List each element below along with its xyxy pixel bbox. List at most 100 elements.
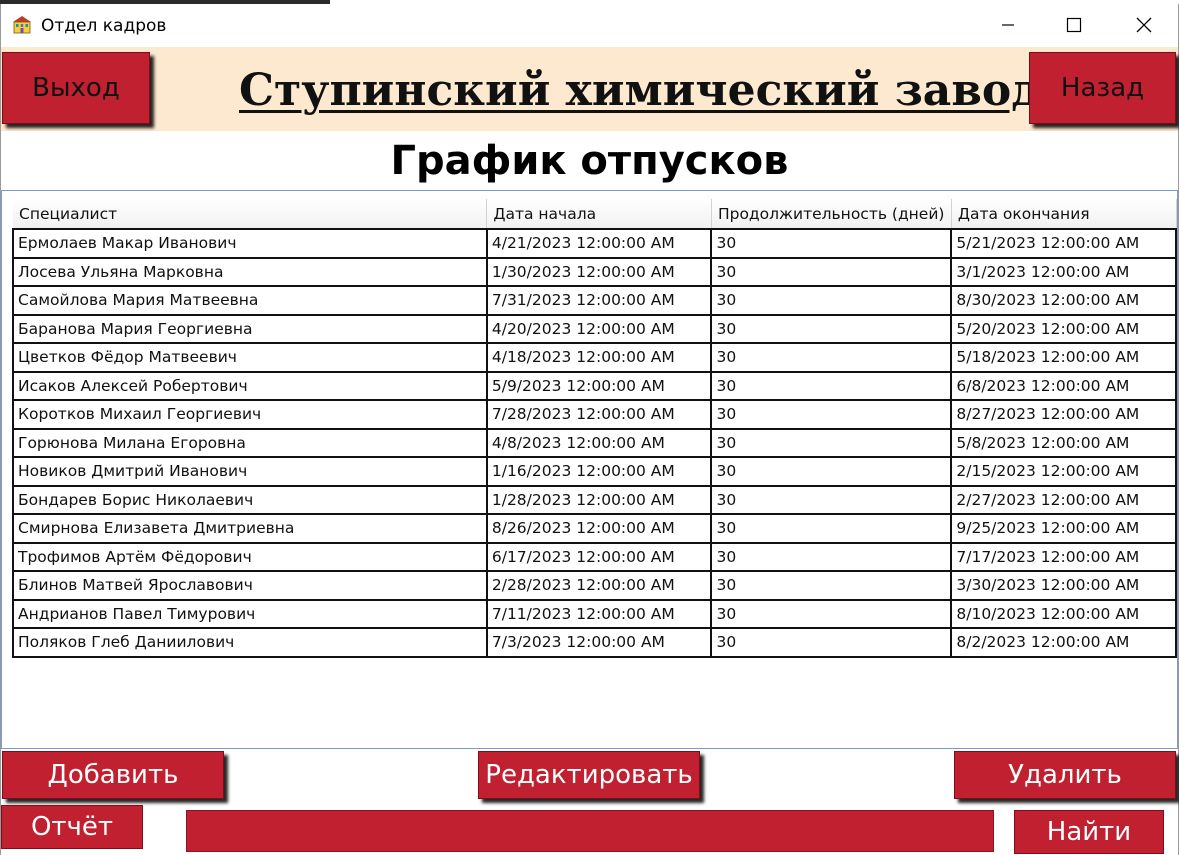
cell-specialist[interactable]: Блинов Матвей Ярославович <box>12 570 488 601</box>
cell-start-date[interactable]: 4/20/2023 12:00:00 AM <box>485 313 713 344</box>
cell-specialist[interactable]: Бондарев Борис Николаевич <box>12 484 488 515</box>
cell-duration[interactable]: 30 <box>710 456 953 487</box>
cell-duration[interactable]: 30 <box>710 342 953 373</box>
cell-start-date[interactable]: 8/26/2023 12:00:00 AM <box>485 513 713 544</box>
table-row[interactable]: Исаков Алексей Робертович 5/9/2023 12:00:… <box>12 370 1177 401</box>
cell-duration[interactable]: 30 <box>710 399 953 430</box>
back-button[interactable]: Назад <box>1029 52 1176 124</box>
cell-start-date[interactable]: 1/16/2023 12:00:00 AM <box>485 456 713 487</box>
close-button[interactable] <box>1114 4 1174 46</box>
cell-duration[interactable]: 30 <box>710 313 953 344</box>
cell-specialist[interactable]: Баранова Мария Георгиевна <box>12 313 488 344</box>
cell-specialist[interactable]: Трофимов Артём Фёдорович <box>12 541 488 572</box>
cell-specialist[interactable]: Андрианов Павел Тимурович <box>12 598 488 629</box>
cell-duration[interactable]: 30 <box>710 541 953 572</box>
cell-end-date[interactable]: 5/8/2023 12:00:00 AM <box>950 427 1177 458</box>
cell-start-date[interactable]: 1/28/2023 12:00:00 AM <box>485 484 713 515</box>
cell-specialist[interactable]: Ермолаев Макар Иванович <box>12 228 488 259</box>
cell-start-date[interactable]: 1/30/2023 12:00:00 AM <box>485 256 713 287</box>
column-header-duration[interactable]: Продолжительность (дней) <box>711 199 952 230</box>
vacation-table: Специалист Дата начала Продолжительность… <box>12 199 1177 658</box>
cell-duration[interactable]: 30 <box>710 627 953 658</box>
column-header-specialist[interactable]: Специалист <box>13 199 488 230</box>
cell-end-date[interactable]: 2/15/2023 12:00:00 AM <box>950 456 1177 487</box>
table-row[interactable]: Блинов Матвей Ярославович 2/28/2023 12:00… <box>12 570 1177 601</box>
cell-end-date[interactable]: 7/17/2023 12:00:00 AM <box>950 541 1177 572</box>
cell-duration[interactable]: 30 <box>710 427 953 458</box>
cell-specialist[interactable]: Самойлова Мария Матвеевна <box>12 285 488 316</box>
cell-end-date[interactable]: 5/21/2023 12:00:00 AM <box>950 228 1177 259</box>
edit-button[interactable]: Редактировать <box>478 751 700 799</box>
cell-start-date[interactable]: 7/3/2023 12:00:00 AM <box>485 627 713 658</box>
cell-start-date[interactable]: 7/11/2023 12:00:00 AM <box>485 598 713 629</box>
find-button[interactable]: Найти <box>1014 810 1164 854</box>
report-button[interactable]: Отчёт <box>1 805 143 849</box>
table-row[interactable]: Самойлова Мария Матвеевна 7/31/2023 12:00… <box>12 285 1177 316</box>
cell-specialist[interactable]: Поляков Глеб Даниилович <box>12 627 488 658</box>
cell-specialist[interactable]: Лосева Ульяна Марковна <box>12 256 488 287</box>
table-row[interactable]: Трофимов Артём Фёдорович 6/17/2023 12:00:… <box>12 541 1177 572</box>
search-input[interactable] <box>186 810 994 852</box>
table-header-row: Специалист Дата начала Продолжительность… <box>13 199 1177 230</box>
cell-end-date[interactable]: 2/27/2023 12:00:00 AM <box>950 484 1177 515</box>
cell-end-date[interactable]: 8/2/2023 12:00:00 AM <box>950 627 1177 658</box>
table-row[interactable]: Новиков Дмитрий Иванович 1/16/2023 12:00:… <box>12 456 1177 487</box>
cell-specialist[interactable]: Исаков Алексей Робертович <box>12 370 488 401</box>
title-bar: Отдел кадров <box>1 4 1178 46</box>
cell-end-date[interactable]: 5/18/2023 12:00:00 AM <box>950 342 1177 373</box>
table-row[interactable]: Поляков Глеб Даниилович 7/3/2023 12:00:00… <box>12 627 1177 658</box>
table-row[interactable]: Бондарев Борис Николаевич 1/28/2023 12:00… <box>12 484 1177 515</box>
cell-duration[interactable]: 30 <box>710 228 953 259</box>
cell-specialist[interactable]: Коротков Михаил Георгиевич <box>12 399 488 430</box>
cell-start-date[interactable]: 7/28/2023 12:00:00 AM <box>485 399 713 430</box>
add-button[interactable]: Добавить <box>2 751 224 799</box>
cell-duration[interactable]: 30 <box>710 570 953 601</box>
cell-start-date[interactable]: 6/17/2023 12:00:00 AM <box>485 541 713 572</box>
cell-start-date[interactable]: 4/18/2023 12:00:00 AM <box>485 342 713 373</box>
cell-end-date[interactable]: 6/8/2023 12:00:00 AM <box>950 370 1177 401</box>
cell-specialist[interactable]: Новиков Дмитрий Иванович <box>12 456 488 487</box>
cell-duration[interactable]: 30 <box>710 370 953 401</box>
company-name: Ступинский химический завод <box>239 65 1041 116</box>
app-window: Отдел кадров Выход Ступинский химический… <box>0 4 1179 855</box>
table-row[interactable]: Ермолаев Макар Иванович 4/21/2023 12:00:0… <box>12 228 1177 259</box>
cell-specialist[interactable]: Горюнова Милана Егоровна <box>12 427 488 458</box>
maximize-icon <box>1066 17 1082 33</box>
table-row[interactable]: Горюнова Милана Егоровна 4/8/2023 12:00:0… <box>12 427 1177 458</box>
cell-duration[interactable]: 30 <box>710 484 953 515</box>
delete-button[interactable]: Удалить <box>954 751 1176 799</box>
table-row[interactable]: Цветков Фёдор Матвеевич 4/18/2023 12:00:0… <box>12 342 1177 373</box>
maximize-button[interactable] <box>1044 4 1104 46</box>
column-header-start-date[interactable]: Дата начала <box>486 199 712 230</box>
table-row[interactable]: Баранова Мария Георгиевна 4/20/2023 12:00… <box>12 313 1177 344</box>
minimize-icon <box>1002 24 1014 26</box>
vacation-grid[interactable]: Специалист Дата начала Продолжительность… <box>1 190 1178 749</box>
cell-duration[interactable]: 30 <box>710 256 953 287</box>
cell-end-date[interactable]: 8/27/2023 12:00:00 AM <box>950 399 1177 430</box>
header-bar: Выход Ступинский химический завод Назад <box>1 47 1178 131</box>
cell-end-date[interactable]: 5/20/2023 12:00:00 AM <box>950 313 1177 344</box>
page-title: График отпусков <box>390 138 789 184</box>
cell-duration[interactable]: 30 <box>710 285 953 316</box>
table-row[interactable]: Лосева Ульяна Марковна 1/30/2023 12:00:00… <box>12 256 1177 287</box>
cell-start-date[interactable]: 7/31/2023 12:00:00 AM <box>485 285 713 316</box>
cell-end-date[interactable]: 8/30/2023 12:00:00 AM <box>950 285 1177 316</box>
table-row[interactable]: Смирнова Елизавета Дмитриевна 8/26/2023 1… <box>12 513 1177 544</box>
cell-duration[interactable]: 30 <box>710 513 953 544</box>
column-header-end-date[interactable]: Дата окончания <box>951 199 1177 230</box>
cell-end-date[interactable]: 9/25/2023 12:00:00 AM <box>950 513 1177 544</box>
cell-start-date[interactable]: 5/9/2023 12:00:00 AM <box>485 370 713 401</box>
table-row[interactable]: Андрианов Павел Тимурович 7/11/2023 12:00… <box>12 598 1177 629</box>
exit-button[interactable]: Выход <box>2 52 150 124</box>
table-row[interactable]: Коротков Михаил Георгиевич 7/28/2023 12:0… <box>12 399 1177 430</box>
cell-duration[interactable]: 30 <box>710 598 953 629</box>
cell-end-date[interactable]: 3/1/2023 12:00:00 AM <box>950 256 1177 287</box>
cell-start-date[interactable]: 4/21/2023 12:00:00 AM <box>485 228 713 259</box>
cell-start-date[interactable]: 4/8/2023 12:00:00 AM <box>485 427 713 458</box>
cell-end-date[interactable]: 3/30/2023 12:00:00 AM <box>950 570 1177 601</box>
minimize-button[interactable] <box>978 4 1038 46</box>
cell-specialist[interactable]: Смирнова Елизавета Дмитриевна <box>12 513 488 544</box>
cell-specialist[interactable]: Цветков Фёдор Матвеевич <box>12 342 488 373</box>
cell-end-date[interactable]: 8/10/2023 12:00:00 AM <box>950 598 1177 629</box>
cell-start-date[interactable]: 2/28/2023 12:00:00 AM <box>485 570 713 601</box>
